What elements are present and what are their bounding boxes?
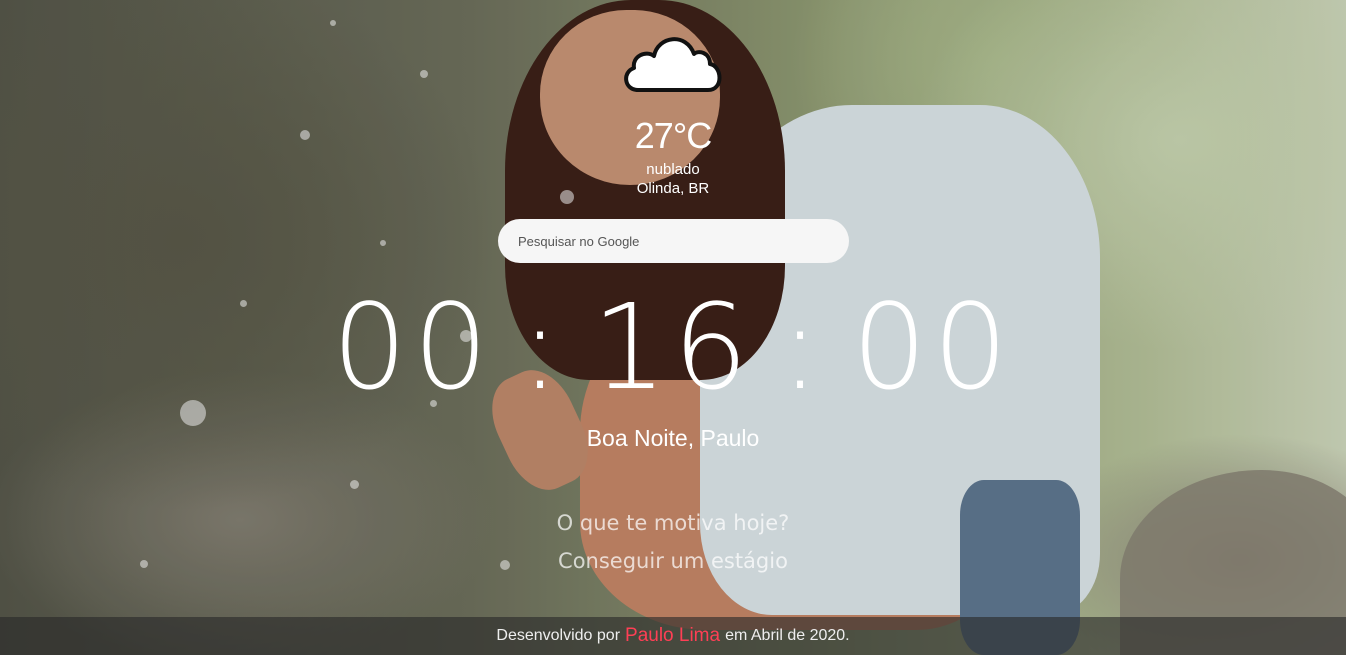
weather-location: Olinda, BR <box>636 180 710 197</box>
weather-description: nublado <box>646 161 700 178</box>
clock-hours: 00 <box>332 278 495 416</box>
clock-minutes: 16 <box>591 278 755 416</box>
footer-suffix: em Abril de 2020. <box>725 627 850 644</box>
footer-prefix: Desenvolvido por <box>496 627 621 644</box>
clock-separator: : <box>780 278 826 416</box>
clock-seconds: 00 <box>851 278 1014 416</box>
weather-widget: 27°C nublado Olinda, BR <box>0 22 1346 198</box>
greeting: Boa Noite, Paulo <box>586 425 760 451</box>
author-link[interactable]: Paulo Lima <box>625 625 720 647</box>
footer: Desenvolvido por Paulo Lima em Abril de … <box>0 617 1346 655</box>
cloud-icon <box>624 37 722 92</box>
search-input[interactable] <box>498 219 849 263</box>
temperature: 27°C <box>634 115 712 156</box>
clock-separator: : <box>520 278 566 416</box>
focus-question: O que te motiva hoje? <box>556 511 790 535</box>
focus-answer[interactable]: Conseguir um estágio <box>0 542 1346 580</box>
focus-section: O que te motiva hoje? Conseguir um estág… <box>0 504 1346 580</box>
clock: 00:16:00 <box>0 282 1346 412</box>
